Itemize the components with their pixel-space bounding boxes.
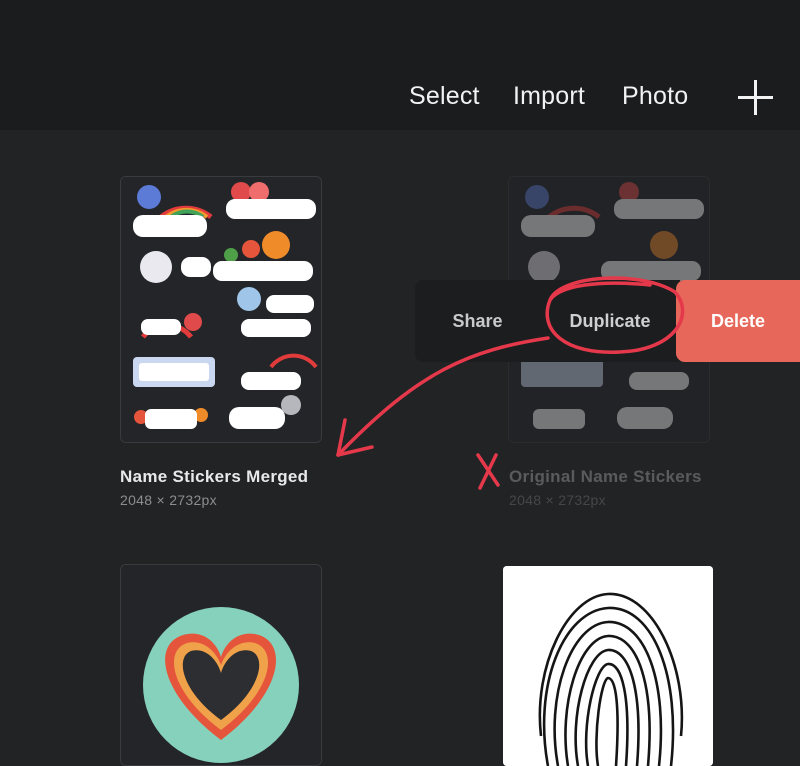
heart-image <box>121 565 321 765</box>
artwork-dimensions: 2048 × 2732px <box>120 492 217 508</box>
sticker-sheet-image <box>121 177 321 442</box>
artwork-dimensions: 2048 × 2732px <box>509 492 606 508</box>
artwork-thumbnail-heart[interactable] <box>120 564 322 766</box>
artwork-context-menu: Share Duplicate Delete <box>415 280 800 362</box>
x-mark-annotation <box>476 453 500 490</box>
artwork-title: Name Stickers Merged <box>120 467 309 486</box>
select-button[interactable]: Select <box>409 82 480 111</box>
share-button[interactable]: Share <box>430 280 525 362</box>
artwork-title: Original Name Stickers <box>509 467 702 486</box>
import-button[interactable]: Import <box>513 82 585 111</box>
artwork-thumbnail-name-stickers-merged[interactable] <box>120 176 322 443</box>
top-toolbar: Select Import Photo <box>0 0 800 130</box>
delete-button[interactable]: Delete <box>676 280 800 362</box>
photo-button[interactable]: Photo <box>622 82 688 111</box>
duplicate-button[interactable]: Duplicate <box>550 280 670 362</box>
arrowhead-annotation <box>336 418 374 457</box>
fingerprint-image <box>503 566 713 766</box>
plus-icon[interactable] <box>738 80 773 115</box>
artwork-thumbnail-fingerprint[interactable] <box>503 566 713 766</box>
